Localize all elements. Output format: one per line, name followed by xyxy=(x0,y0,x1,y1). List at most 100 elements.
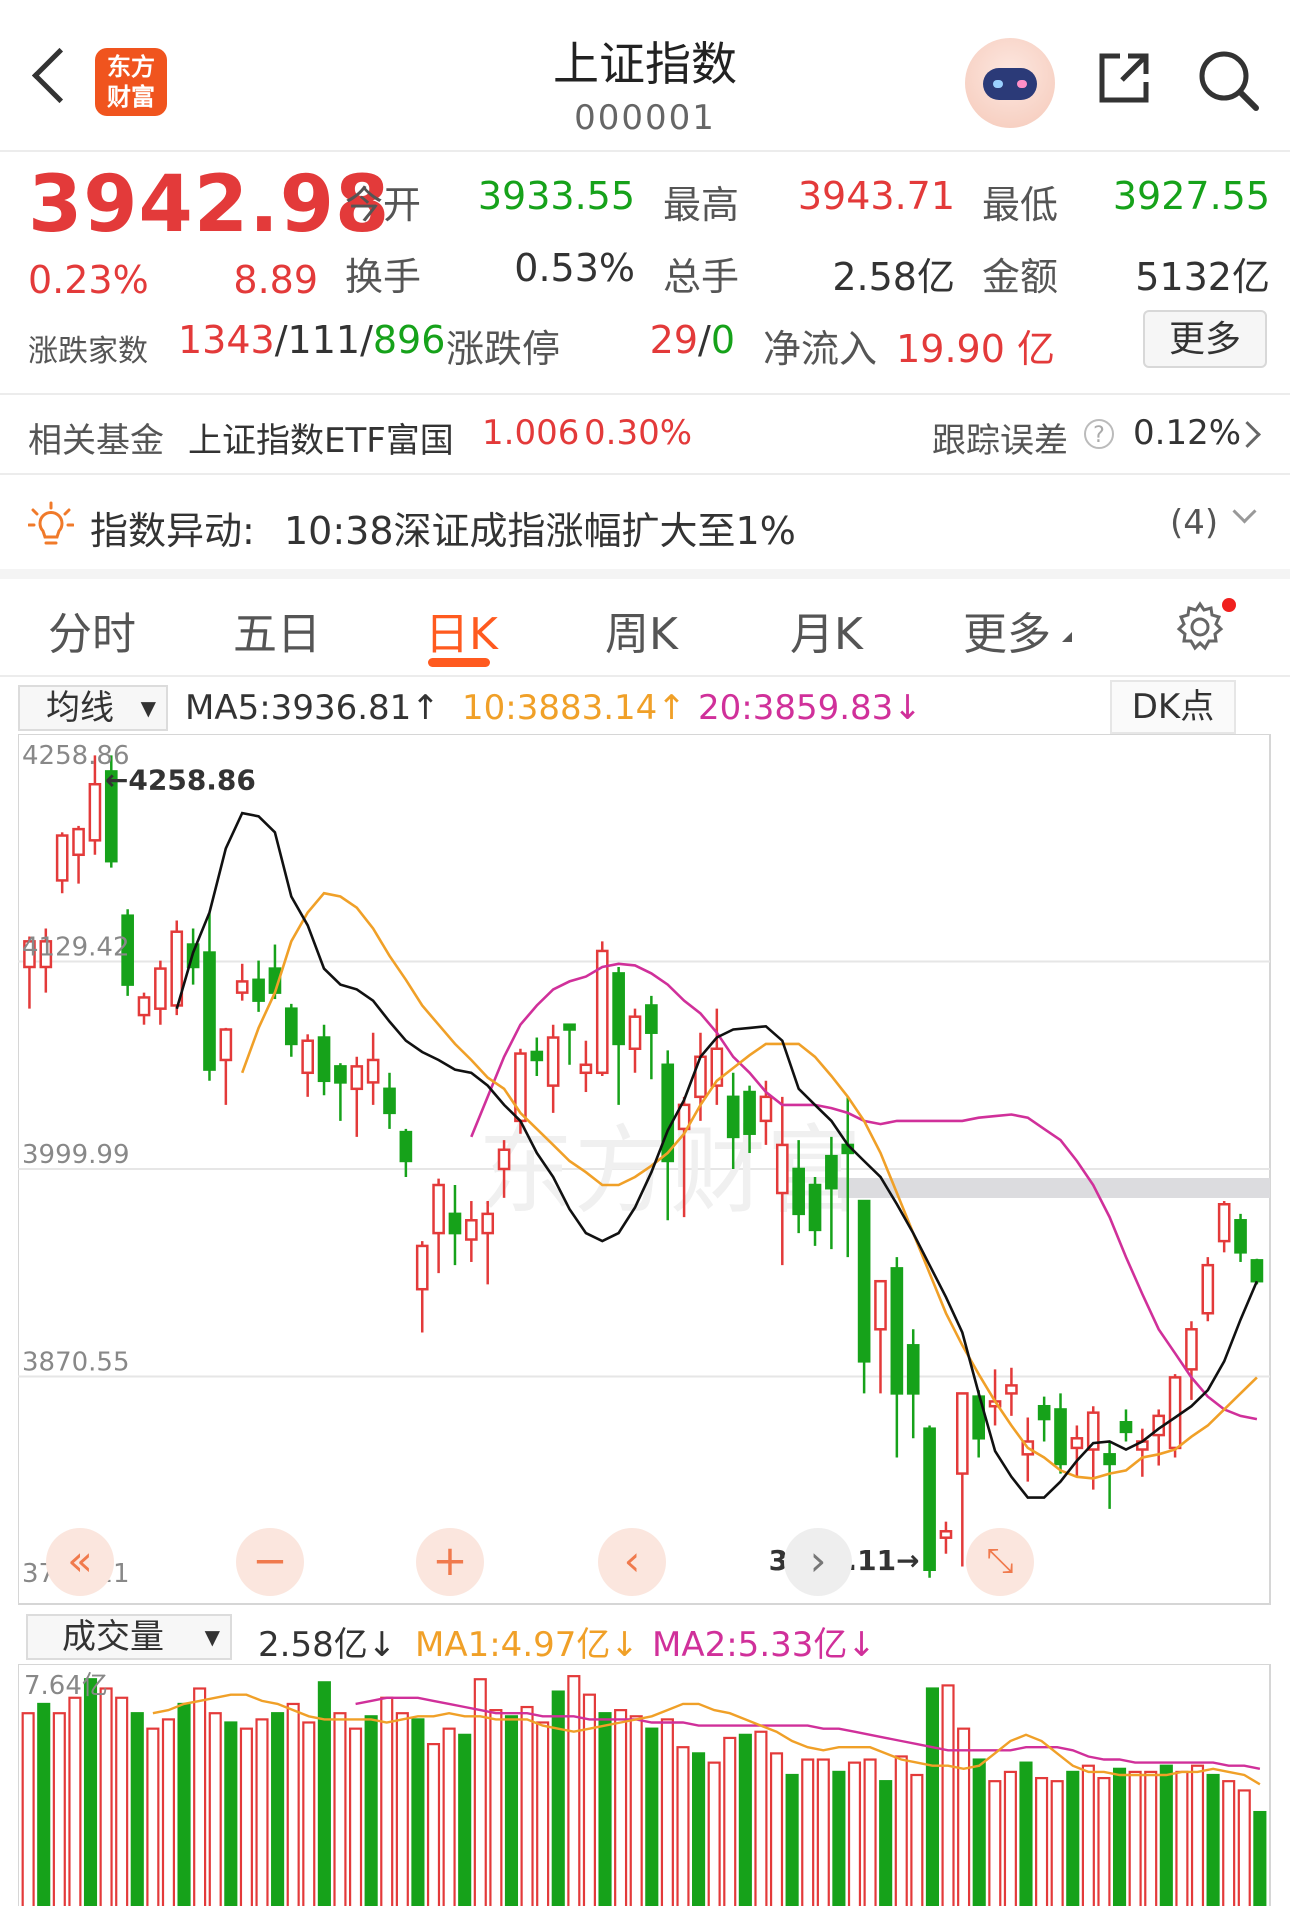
candle-body xyxy=(219,1028,233,1062)
breadth-flat: 111 xyxy=(287,318,361,362)
tab-daily-k[interactable]: 日K xyxy=(425,598,498,662)
index-alert-row[interactable]: 指数异动: 10:38深证成指涨幅扩大至1% (4) xyxy=(0,475,1290,571)
volume-bar xyxy=(925,1687,940,1906)
change-percent: 0.23% xyxy=(28,258,149,302)
volume-bar xyxy=(1253,1810,1267,1906)
fund-price: 1.006 xyxy=(482,413,580,453)
candle-body xyxy=(465,1219,478,1241)
dk-band xyxy=(838,1178,1270,1198)
candle-body xyxy=(1054,1408,1067,1466)
volume-bar xyxy=(1112,1767,1127,1906)
ma10-legend: 10:3883.14↑ xyxy=(462,688,686,728)
tab-weekly-k[interactable]: 周K xyxy=(605,598,678,662)
volume-bar xyxy=(239,1727,253,1906)
scroll-left-button[interactable]: ‹ xyxy=(598,1528,666,1596)
volume-bar xyxy=(380,1696,394,1906)
current-price: 3942.98 xyxy=(28,160,391,250)
tab-intraday[interactable]: 分时 xyxy=(48,598,136,662)
volume-bar xyxy=(707,1761,721,1906)
volume-bar xyxy=(1159,1764,1173,1906)
chart-period-tabs: 分时 五日 日K 周K 月K 更多 xyxy=(0,580,1290,677)
volume-bar xyxy=(1237,1789,1251,1906)
chevron-down-icon[interactable] xyxy=(1232,499,1257,524)
indicator-selector-label: 均线 xyxy=(46,688,114,728)
volume-bar xyxy=(582,1693,596,1906)
alert-text: 10:38深证成指涨幅扩大至1% xyxy=(284,509,796,553)
more-quote-button[interactable]: 更多 xyxy=(1143,310,1267,368)
candle-body xyxy=(726,1095,740,1139)
high-value: 3943.71 xyxy=(797,174,955,218)
ma5-legend: MA5:3936.81↑ xyxy=(185,688,440,728)
share-icon[interactable] xyxy=(1096,50,1152,106)
volume-bar xyxy=(1128,1770,1142,1906)
zoom-out-button[interactable]: − xyxy=(236,1528,304,1596)
volume-bar xyxy=(115,1696,129,1906)
volume-bar xyxy=(286,1702,300,1906)
tab-monthly-k[interactable]: 月K xyxy=(790,598,863,662)
volume-selector-label: 成交量 xyxy=(62,1617,164,1657)
back-chevron-icon[interactable] xyxy=(31,47,88,104)
volume-bar xyxy=(52,1712,66,1906)
logo-text-bottom: 财富 xyxy=(107,83,155,111)
active-tab-indicator xyxy=(428,658,490,667)
volume-bar xyxy=(738,1733,752,1906)
candle-body xyxy=(154,967,167,1010)
volume-ma2: MA2:5.33亿↓ xyxy=(652,1625,876,1665)
net-inflow-label: 净流入 xyxy=(763,327,878,371)
tab-five-day[interactable]: 五日 xyxy=(233,598,321,662)
volume-bar xyxy=(458,1733,472,1906)
volume-chart[interactable]: 7.64亿 xyxy=(18,1664,1272,1906)
candle-body xyxy=(808,1183,822,1232)
volume-bar xyxy=(37,1702,51,1906)
volume-bar xyxy=(1003,1770,1017,1906)
candle-body xyxy=(645,1004,658,1034)
scroll-left-fast-button[interactable]: « xyxy=(46,1528,114,1596)
volume-bar xyxy=(754,1730,768,1906)
candle-body xyxy=(334,1065,347,1084)
help-icon[interactable]: ? xyxy=(1084,419,1114,449)
candle-body xyxy=(383,1087,396,1115)
candle-body xyxy=(530,1050,544,1062)
volume-bar xyxy=(910,1773,924,1906)
search-icon[interactable] xyxy=(1196,48,1260,112)
candle-body xyxy=(1201,1263,1215,1315)
candlestick-chart[interactable]: 东方财富 4258.864129.423999.993870.553741.11… xyxy=(18,734,1272,1606)
related-fund-row[interactable]: 相关基金 上证指数ETF富国 1.006 0.30% 跟踪误差 ? 0.12% xyxy=(0,395,1290,475)
total-hands-label: 总手 xyxy=(663,255,740,299)
candle-body xyxy=(579,1063,593,1075)
amount-label: 金额 xyxy=(982,255,1059,299)
candle-body xyxy=(1234,1219,1247,1254)
volume-bar xyxy=(317,1681,331,1906)
fullscreen-icon[interactable]: ⤡ xyxy=(966,1528,1034,1596)
tracking-error-value: 0.12% xyxy=(1133,413,1242,453)
candle-body xyxy=(563,1023,576,1031)
scroll-right-button[interactable]: › xyxy=(784,1528,852,1596)
volume-bar xyxy=(988,1780,1002,1906)
zoom-in-button[interactable]: + xyxy=(416,1528,484,1596)
dk-point-button[interactable]: DK点 xyxy=(1110,680,1236,734)
volume-bar xyxy=(271,1712,285,1906)
volume-bar xyxy=(411,1718,425,1906)
volume-axis-label: 7.64亿 xyxy=(24,1671,108,1701)
volume-bar xyxy=(1206,1773,1220,1906)
volume-bar xyxy=(801,1758,815,1906)
volume-bar xyxy=(645,1727,659,1906)
tab-more[interactable]: 更多 xyxy=(963,598,1051,662)
page-title: 上证指数 xyxy=(553,37,737,91)
volume-bar xyxy=(785,1773,799,1906)
indicator-selector[interactable]: 均线 ▼ xyxy=(18,685,168,731)
volume-bar xyxy=(847,1761,862,1906)
breadth-values: 1343/111/896 xyxy=(178,318,446,362)
candle-body xyxy=(1185,1328,1198,1371)
volume-bar xyxy=(520,1705,534,1906)
y-axis-label: 4129.42 xyxy=(22,933,130,963)
gear-icon[interactable] xyxy=(1172,598,1228,654)
volume-ma1: MA1:4.97亿↓ xyxy=(415,1625,639,1665)
volume-bar xyxy=(68,1696,82,1906)
volume-bar xyxy=(629,1715,643,1906)
volume-bar xyxy=(99,1687,113,1906)
volume-bar xyxy=(1035,1776,1049,1906)
volume-indicator-selector[interactable]: 成交量 ▼ xyxy=(26,1614,232,1660)
dropdown-triangle-icon: ▼ xyxy=(140,696,156,720)
lightbulb-icon xyxy=(28,501,74,545)
